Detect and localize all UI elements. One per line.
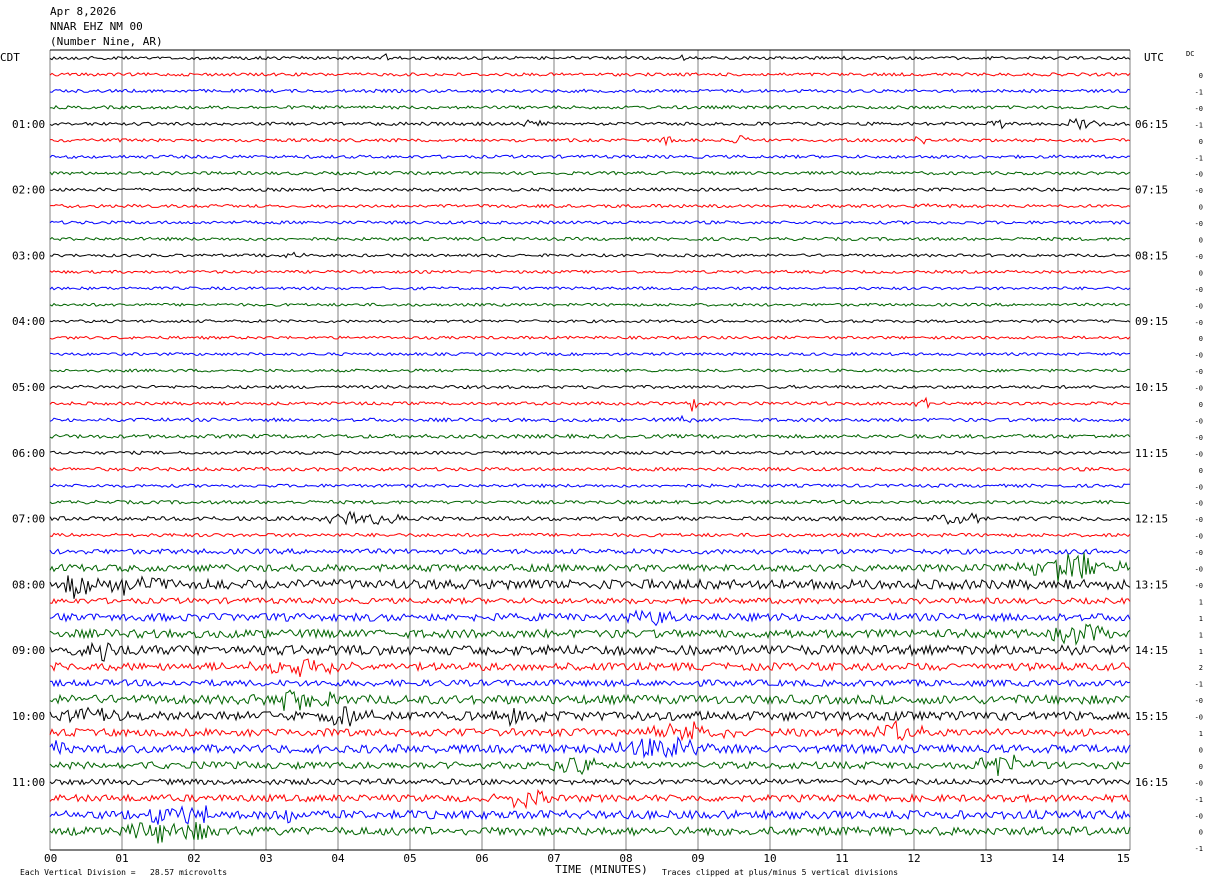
utc-label-1115: 11:15 xyxy=(1135,447,1168,460)
dc-offset-20: 0 xyxy=(1199,401,1203,409)
dc-offset-9: -0 xyxy=(1195,220,1203,228)
dc-offset-35: 1 xyxy=(1199,648,1203,656)
dc-offset-47: -1 xyxy=(1195,845,1203,853)
dc-offset-17: -0 xyxy=(1195,352,1203,360)
dc-offset-14: -0 xyxy=(1195,302,1203,310)
cdt-label-0400: 04:00 xyxy=(12,315,45,328)
utc-label-0615: 06:15 xyxy=(1135,118,1168,131)
dc-offset-31: -0 xyxy=(1195,582,1203,590)
utc-label-0715: 07:15 xyxy=(1135,184,1168,197)
dc-offset-21: -0 xyxy=(1195,417,1203,425)
x-tick-01: 01 xyxy=(115,852,128,865)
dc-offset-30: -0 xyxy=(1195,566,1203,574)
dc-offset-23: -0 xyxy=(1195,450,1203,458)
utc-label-1515: 15:15 xyxy=(1135,710,1168,723)
dc-offset-4: 0 xyxy=(1199,138,1203,146)
utc-label-1615: 16:15 xyxy=(1135,776,1168,789)
title-line-station: NNAR EHZ NM 00 xyxy=(50,20,143,33)
cdt-label-0200: 02:00 xyxy=(12,184,45,197)
dc-offset-32: 1 xyxy=(1199,598,1203,606)
dc-offset-33: 1 xyxy=(1199,615,1203,623)
x-tick-00: 00 xyxy=(44,852,57,865)
dc-offset-26: -0 xyxy=(1195,500,1203,508)
dc-offset-3: -1 xyxy=(1195,121,1203,129)
utc-label-1415: 14:15 xyxy=(1135,644,1168,657)
utc-label-1015: 10:15 xyxy=(1135,381,1168,394)
left-axis-label: CDT xyxy=(0,51,20,64)
x-tick-10: 10 xyxy=(763,852,776,865)
dc-offset-12: 0 xyxy=(1199,269,1203,277)
dc-offset-24: 0 xyxy=(1199,467,1203,475)
dc-offset-38: -0 xyxy=(1195,697,1203,705)
dc-offset-2: -0 xyxy=(1195,105,1203,113)
x-tick-14: 14 xyxy=(1051,852,1065,865)
dc-offset-18: -0 xyxy=(1195,368,1203,376)
x-tick-09: 09 xyxy=(691,852,704,865)
dc-offset-19: -0 xyxy=(1195,385,1203,393)
x-tick-13: 13 xyxy=(979,852,992,865)
dc-offset-44: -1 xyxy=(1195,796,1203,804)
x-tick-15: 15 xyxy=(1117,852,1130,865)
dc-offset-34: 1 xyxy=(1199,631,1203,639)
x-tick-11: 11 xyxy=(835,852,848,865)
x-tick-03: 03 xyxy=(259,852,272,865)
dc-offset-6: -0 xyxy=(1195,171,1203,179)
x-tick-06: 06 xyxy=(475,852,488,865)
dc-label: DC xyxy=(1186,50,1194,58)
dc-offset-8: 0 xyxy=(1199,204,1203,212)
dc-offset-40: 1 xyxy=(1199,730,1203,738)
cdt-label-0300: 03:00 xyxy=(12,249,45,262)
dc-offset-10: 0 xyxy=(1199,237,1203,245)
dc-offset-46: 0 xyxy=(1199,829,1203,837)
dc-offset-29: -0 xyxy=(1195,549,1203,557)
utc-label-1215: 12:15 xyxy=(1135,513,1168,526)
x-tick-02: 02 xyxy=(187,852,200,865)
footer-clip-note: Traces clipped at plus/minus 5 vertical … xyxy=(662,868,898,877)
footer-scale-note: Each Vertical Division = 28.57 microvolt… xyxy=(20,868,227,877)
dc-offset-0: 0 xyxy=(1199,72,1203,80)
dc-offset-5: -1 xyxy=(1195,154,1203,162)
cdt-label-0900: 09:00 xyxy=(12,644,45,657)
cdt-label-1100: 11:00 xyxy=(12,776,45,789)
dc-offset-7: -0 xyxy=(1195,187,1203,195)
title-line-date: Apr 8,2026 xyxy=(50,5,116,18)
x-tick-04: 04 xyxy=(331,852,345,865)
dc-offset-41: 0 xyxy=(1199,746,1203,754)
seismogram-plot: Apr 8,2026 NNAR EHZ NM 00 (Number Nine, … xyxy=(0,0,1210,886)
cdt-label-0700: 07:00 xyxy=(12,513,45,526)
right-axis-label: UTC xyxy=(1144,51,1164,64)
dc-offset-37: -1 xyxy=(1195,681,1203,689)
x-tick-05: 05 xyxy=(403,852,416,865)
utc-label-1315: 13:15 xyxy=(1135,578,1168,591)
utc-label-0915: 09:15 xyxy=(1135,315,1168,328)
x-axis-label: TIME (MINUTES) xyxy=(555,863,648,876)
dc-offset-28: -0 xyxy=(1195,533,1203,541)
dc-offset-15: -0 xyxy=(1195,319,1203,327)
dc-offset-42: 0 xyxy=(1199,763,1203,771)
dc-offset-13: -0 xyxy=(1195,286,1203,294)
x-tick-12: 12 xyxy=(907,852,920,865)
dc-offset-22: -0 xyxy=(1195,434,1203,442)
dc-offset-45: -0 xyxy=(1195,812,1203,820)
cdt-label-0800: 08:00 xyxy=(12,578,45,591)
cdt-label-0500: 05:00 xyxy=(12,381,45,394)
dc-offset-43: -0 xyxy=(1195,779,1203,787)
dc-offset-11: -0 xyxy=(1195,253,1203,261)
dc-offset-25: -0 xyxy=(1195,483,1203,491)
cdt-label-0100: 01:00 xyxy=(12,118,45,131)
dc-offset-27: -0 xyxy=(1195,516,1203,524)
dc-offset-1: -1 xyxy=(1195,88,1203,96)
dc-offset-39: -0 xyxy=(1195,714,1203,722)
cdt-label-1000: 10:00 xyxy=(12,710,45,723)
cdt-label-0600: 06:00 xyxy=(12,447,45,460)
dc-offset-36: 2 xyxy=(1199,664,1203,672)
dc-offset-16: 0 xyxy=(1199,335,1203,343)
utc-label-0815: 08:15 xyxy=(1135,249,1168,262)
title-line-location: (Number Nine, AR) xyxy=(50,35,163,48)
